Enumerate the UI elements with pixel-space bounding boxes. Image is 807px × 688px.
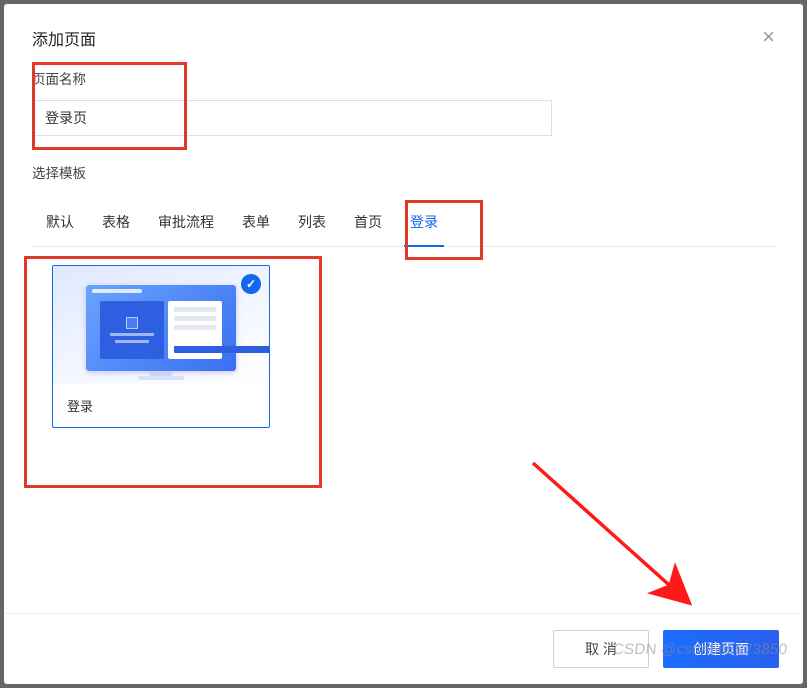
modal-header: 添加页面 × bbox=[4, 4, 803, 50]
preview-monitor-illustration bbox=[86, 285, 236, 371]
page-name-input[interactable] bbox=[32, 100, 552, 136]
close-icon[interactable]: × bbox=[762, 26, 775, 48]
selected-check-icon: ✓ bbox=[241, 274, 261, 294]
template-section-label: 选择模板 bbox=[32, 162, 775, 182]
tab-login[interactable]: 登录 bbox=[396, 200, 452, 246]
template-preview: ✓ bbox=[53, 266, 269, 384]
watermark-text: CSDN @csdn565973850 bbox=[612, 641, 788, 658]
template-card-label: 登录 bbox=[53, 384, 269, 427]
template-grid: ✓ 登录 bbox=[32, 265, 775, 428]
page-name-label: 页面名称 bbox=[32, 68, 775, 88]
tab-list[interactable]: 列表 bbox=[284, 200, 340, 246]
tab-default[interactable]: 默认 bbox=[32, 200, 88, 246]
tab-home[interactable]: 首页 bbox=[340, 200, 396, 246]
template-section: 选择模板 默认 表格 审批流程 表单 列表 首页 登录 ✓ bbox=[32, 162, 775, 428]
template-tabs: 默认 表格 审批流程 表单 列表 首页 登录 bbox=[32, 200, 775, 247]
tab-approval[interactable]: 审批流程 bbox=[144, 200, 228, 246]
page-name-section: 页面名称 bbox=[32, 68, 775, 136]
modal-title: 添加页面 bbox=[32, 26, 96, 50]
template-card-login[interactable]: ✓ 登录 bbox=[52, 265, 270, 428]
add-page-modal: 添加页面 × 页面名称 选择模板 默认 表格 审批流程 表单 列表 首页 登录 … bbox=[4, 4, 803, 684]
tab-table[interactable]: 表格 bbox=[88, 200, 144, 246]
tab-form[interactable]: 表单 bbox=[228, 200, 284, 246]
modal-body: 页面名称 选择模板 默认 表格 审批流程 表单 列表 首页 登录 ✓ bbox=[4, 50, 803, 613]
